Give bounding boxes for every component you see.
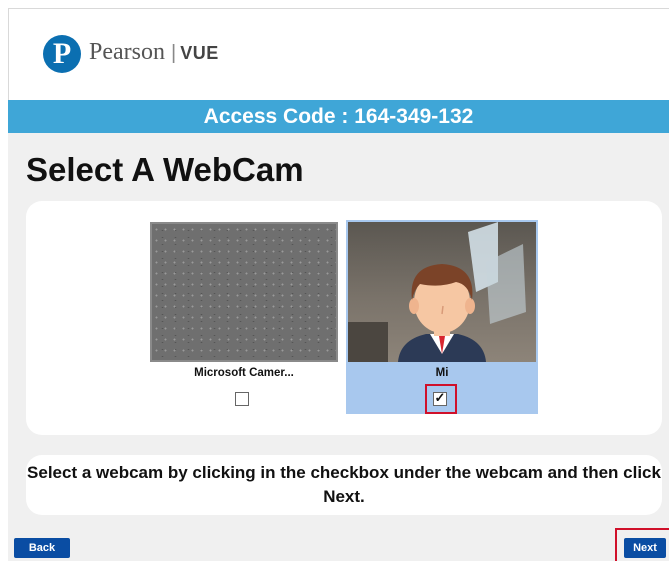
brand-separator: |: [170, 42, 177, 64]
brand-name: Pearson: [89, 39, 165, 65]
pearson-logo-icon: P: [43, 35, 81, 73]
checkbox-highlight: [425, 384, 457, 414]
webcam-preview-1: [150, 222, 338, 362]
brand-logo-text: Pearson | VUE: [89, 39, 219, 66]
main-content: Select A WebCam Microsoft Camer... Mi ✓ …: [8, 133, 669, 561]
webcam-option-2[interactable]: Mi ✓: [346, 220, 538, 414]
access-code-bar: Access Code : 164-349-132: [8, 100, 669, 133]
webcam-option-1[interactable]: Microsoft Camer...: [148, 220, 340, 414]
brand-product: VUE: [180, 43, 219, 63]
header: P Pearson | VUE: [8, 8, 669, 100]
webcam-person-illustration: [348, 222, 526, 362]
page-title: Select A WebCam: [26, 151, 304, 188]
instruction-panel: Select a webcam by clicking in the check…: [26, 455, 662, 515]
back-button[interactable]: Back: [14, 538, 70, 558]
webcam-list-panel: Microsoft Camer... Mi ✓: [26, 201, 662, 435]
webcam-checkbox-1[interactable]: [235, 392, 249, 406]
webcam-name-1: Microsoft Camer...: [194, 367, 294, 379]
webcam-name-2: Mi: [435, 367, 449, 379]
webcam-preview-2: [348, 222, 536, 362]
app-window: P Pearson | VUE Access Code : 164-349-132 …: [0, 0, 669, 561]
next-button-highlight: [615, 528, 669, 561]
instruction-text: Select a webcam by clicking in the check…: [27, 463, 661, 506]
